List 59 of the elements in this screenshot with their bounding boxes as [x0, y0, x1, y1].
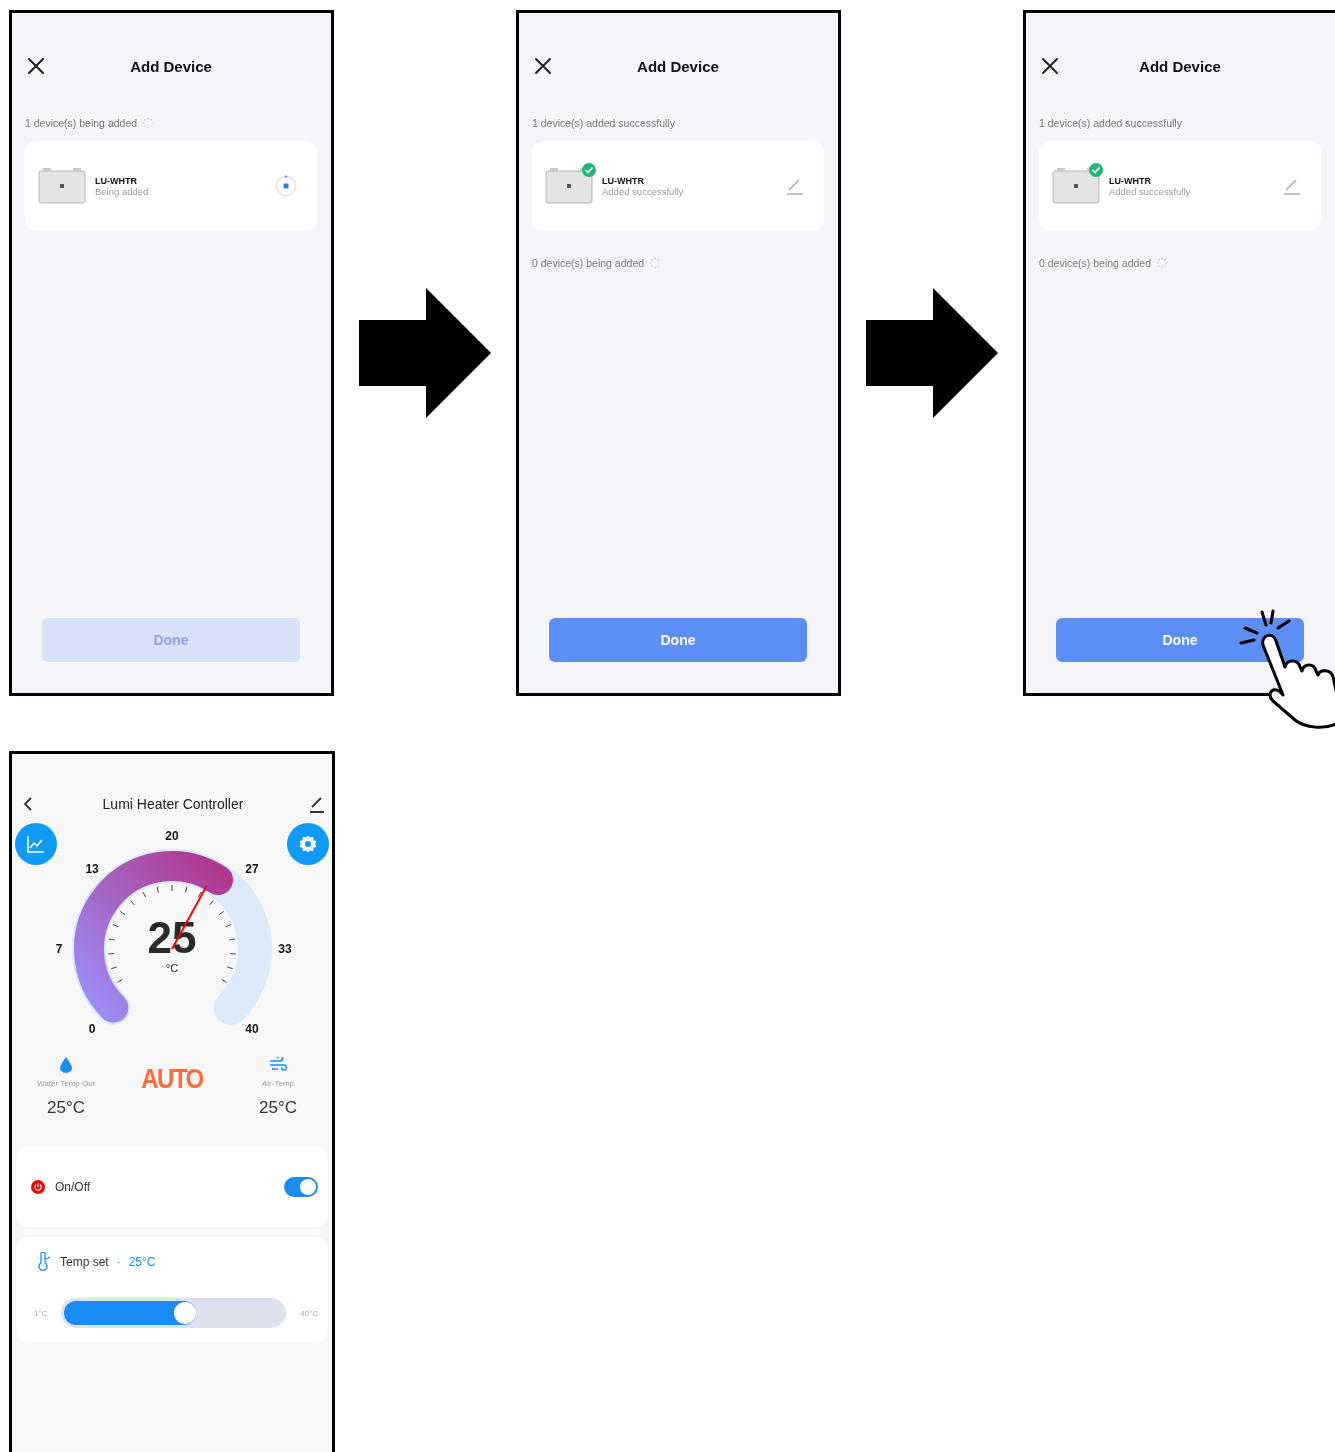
- scale-label: 7: [55, 942, 63, 956]
- device-status: Added successfully: [1108, 185, 1192, 197]
- power-label: On/Off: [55, 1180, 91, 1194]
- device-status: Added successfully: [602, 185, 685, 197]
- reading-value: 25°C: [259, 1098, 297, 1118]
- done-button[interactable]: Done: [1055, 618, 1304, 662]
- close-icon: [532, 55, 554, 77]
- scale-label: 0: [88, 1021, 96, 1036]
- edit-button[interactable]: [308, 795, 326, 813]
- settings-button[interactable]: [287, 823, 329, 865]
- unit-label: °C: [165, 962, 179, 974]
- water-drop-icon: [60, 1057, 72, 1073]
- device-name: LU-WHTR: [95, 175, 138, 186]
- edit-icon[interactable]: [785, 177, 804, 195]
- device-status: Being added: [95, 185, 150, 197]
- status-text: 1 device(s) added successfully: [1038, 117, 1182, 129]
- device-image: [1050, 167, 1101, 205]
- status-text: 0 device(s) being added: [1038, 257, 1152, 269]
- temp-set-value: 25°C: [128, 1255, 156, 1269]
- mode-label: AUTO: [141, 1062, 203, 1096]
- scale-label: 27: [245, 862, 259, 877]
- wind-icon: [269, 1057, 287, 1073]
- status-text: 0 device(s) being added: [532, 257, 645, 269]
- screen-title: Add Device: [1139, 57, 1221, 75]
- min-label: 1°C: [34, 1308, 48, 1318]
- temp-set-label: Temp set: [60, 1255, 109, 1269]
- scale-label: 33: [278, 942, 292, 956]
- reading-label: Air-Temp: [262, 1079, 294, 1088]
- temperature-slider[interactable]: [61, 1298, 287, 1328]
- device-image: [544, 167, 594, 205]
- right-arrow-icon: [359, 288, 491, 418]
- separator-dot: ·: [116, 1255, 121, 1269]
- device-name: LU-WHTR: [1108, 175, 1152, 186]
- power-toggle[interactable]: [284, 1177, 318, 1197]
- slider-thumb[interactable]: [174, 1302, 197, 1324]
- screen-title: Add Device: [130, 57, 212, 75]
- power-icon: [31, 1180, 45, 1194]
- device-name: LU-WHTR: [602, 175, 645, 186]
- done-button[interactable]: Done: [549, 618, 807, 662]
- right-arrow-icon: [865, 288, 998, 418]
- reading-label: Water Temp Out: [37, 1079, 95, 1088]
- screen-title: Lumi Heater Controller: [101, 796, 245, 812]
- status-text: 1 device(s) being added: [25, 117, 138, 129]
- max-label: 40°C: [300, 1308, 318, 1318]
- settings-icon: [298, 834, 318, 854]
- scale-label: 20: [165, 829, 179, 843]
- reading-value: 25°C: [47, 1098, 85, 1118]
- status-text: 1 device(s) added successfully: [532, 117, 675, 129]
- scale-label: 40: [245, 1021, 259, 1036]
- pencil-icon: [308, 795, 326, 813]
- chart-button[interactable]: [15, 823, 57, 865]
- edit-icon[interactable]: [1283, 177, 1301, 195]
- device-image: [37, 167, 87, 205]
- close-button[interactable]: [25, 55, 47, 77]
- scale-label: 13: [85, 862, 99, 877]
- close-icon: [25, 55, 47, 77]
- close-button[interactable]: [532, 55, 554, 77]
- screen-title: Add Device: [637, 57, 719, 75]
- line-chart-icon: [26, 834, 46, 854]
